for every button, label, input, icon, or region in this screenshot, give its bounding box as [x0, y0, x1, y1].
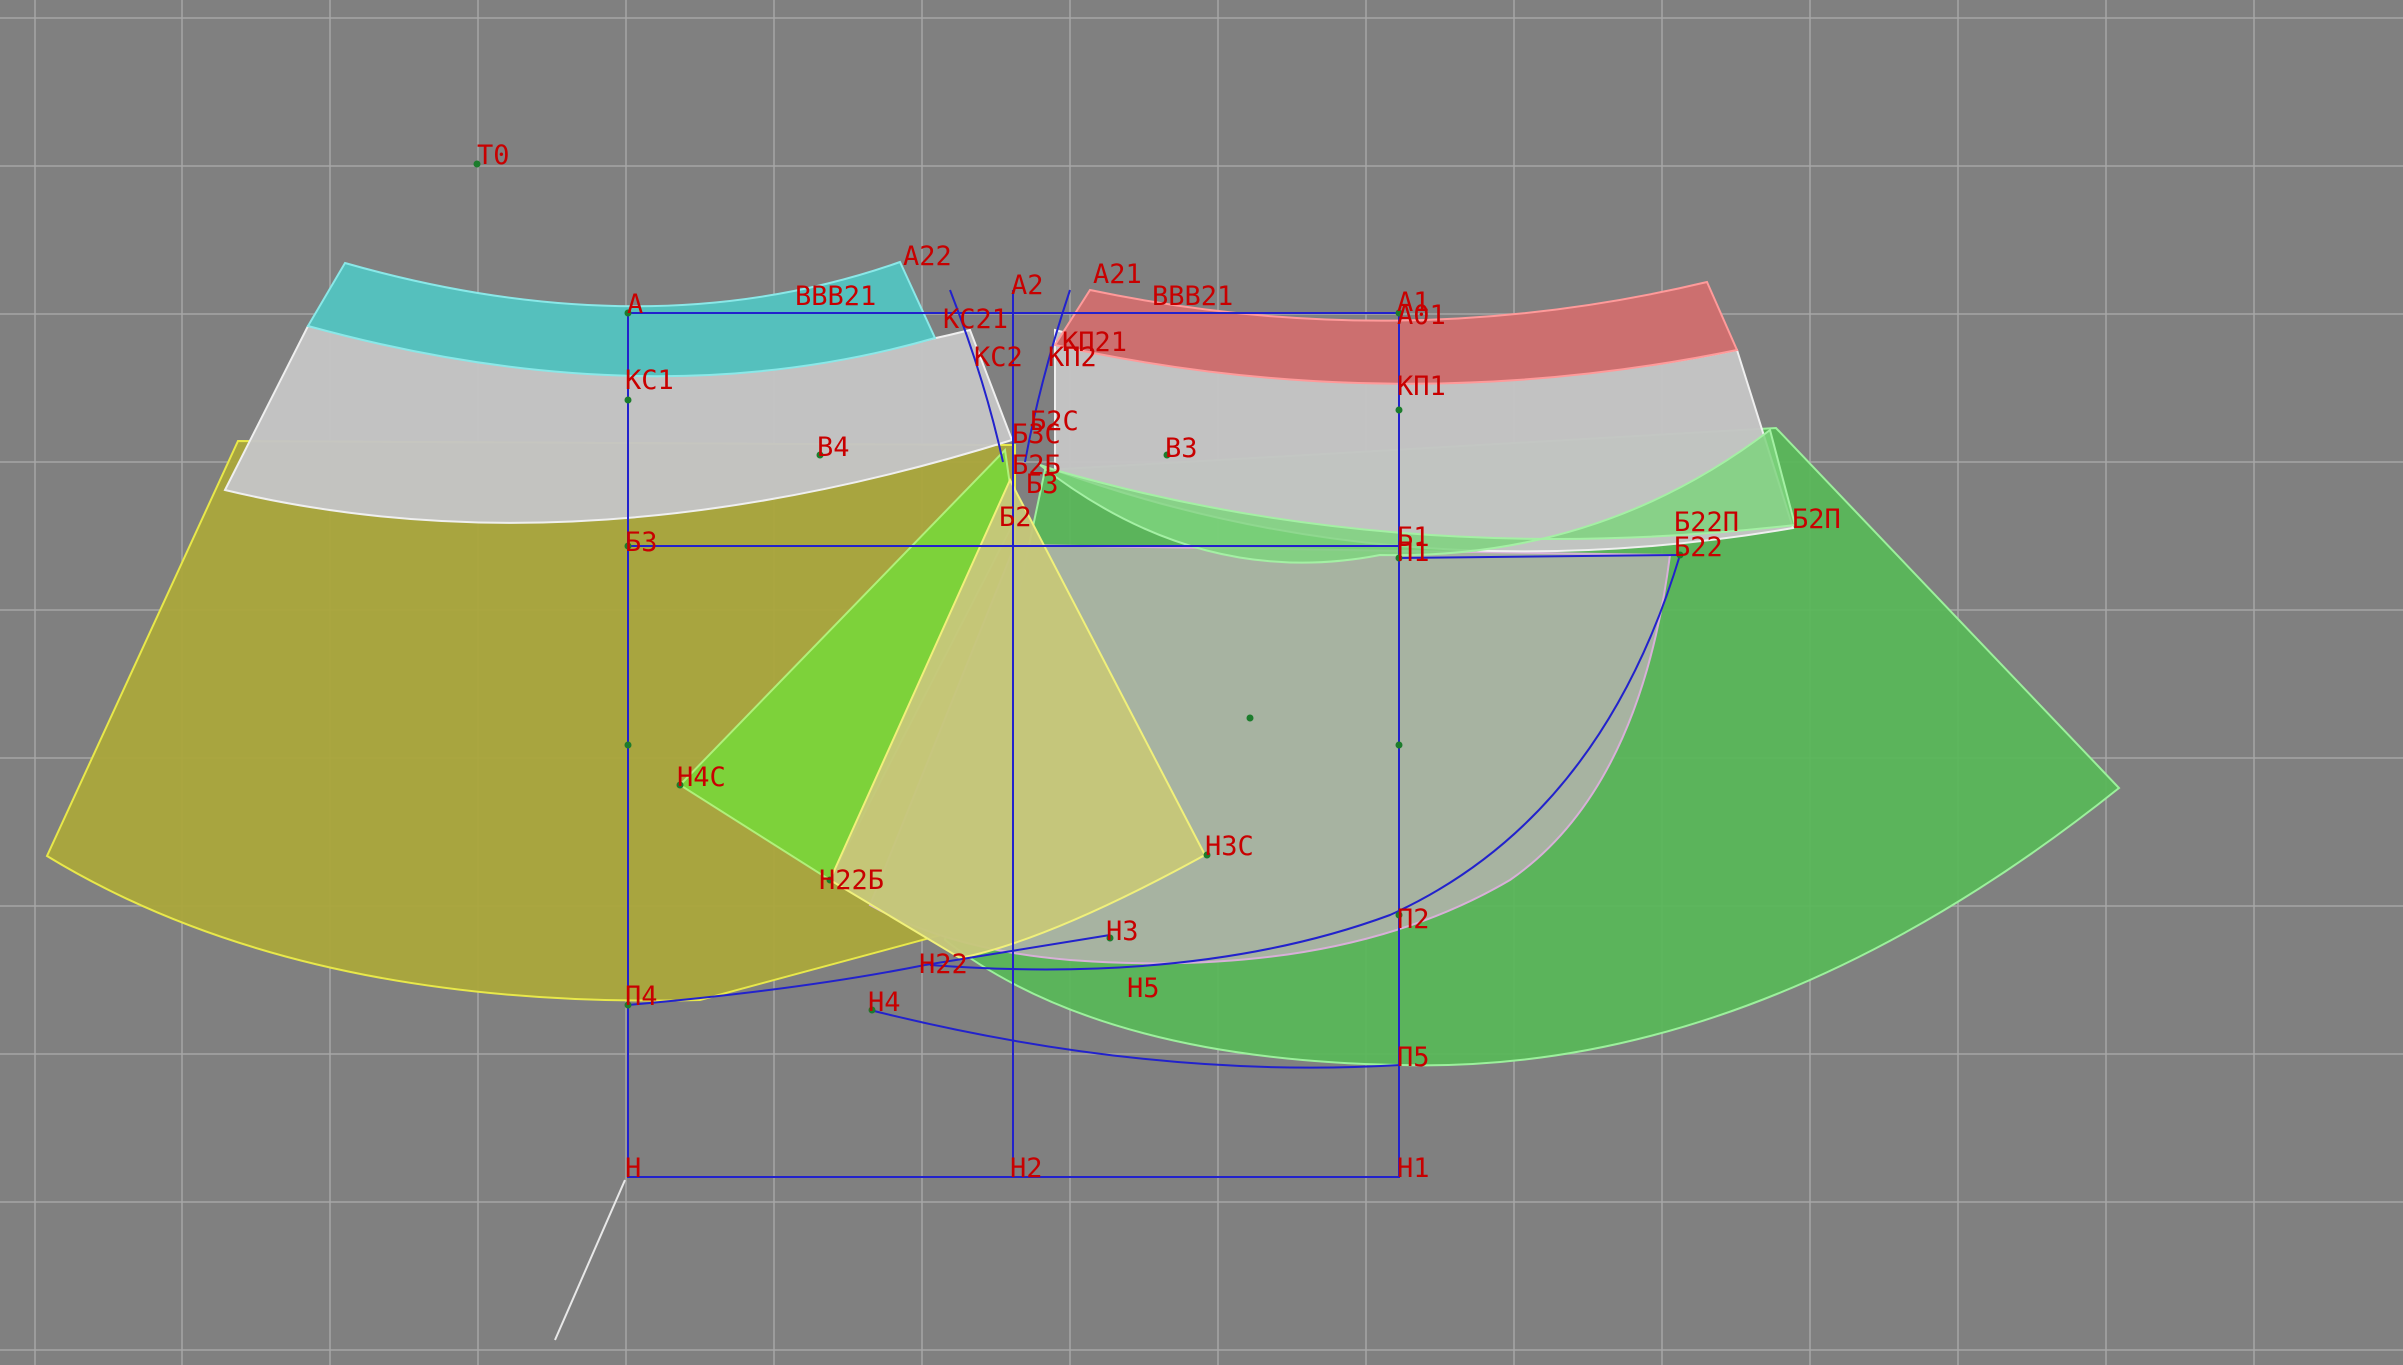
label-n22: Н22 [919, 949, 968, 980]
label-v3: В3 [1165, 433, 1198, 464]
label-n3s: Н3С [1205, 831, 1254, 862]
label-p1: П1 [1397, 537, 1430, 568]
label-vvv21-right: ВВВ21 [1152, 281, 1233, 312]
label-n5: Н5 [1127, 973, 1160, 1004]
point-mid-right [1395, 741, 1403, 749]
label-n4s: Н4С [677, 762, 726, 793]
label-n3: Н3 [1106, 916, 1139, 947]
label-p2: П2 [1397, 904, 1430, 935]
point-ks1 [624, 396, 632, 404]
label-a2: А2 [1011, 270, 1044, 301]
label-b3-center: Б3 [1026, 469, 1059, 500]
label-ks1: КС1 [625, 365, 674, 396]
cursor-drag-line [554, 1179, 626, 1341]
label-n22b: Н22Б [819, 865, 884, 896]
label-a01: А01 [1397, 300, 1446, 331]
label-t0: Т0 [477, 140, 510, 171]
label-b2p: Б2П [1792, 504, 1841, 535]
label-n2: Н2 [1010, 1153, 1043, 1184]
label-a: А [627, 289, 643, 320]
label-kp2: КП2 [1048, 342, 1097, 373]
pattern-drawing-canvas[interactable]: Т0 А22 А2 А21 А ВВВ21 ВВВ21 А1 А01 КС21 … [0, 0, 2403, 1365]
label-n4: Н4 [868, 987, 901, 1018]
label-kp1: КП1 [1397, 371, 1446, 402]
label-ks21: КС21 [943, 304, 1008, 335]
label-a22: А22 [903, 241, 952, 272]
label-vvv21: ВВВ21 [795, 281, 876, 312]
label-b22: Б22 [1674, 532, 1723, 563]
label-n1: Н1 [1397, 1153, 1430, 1184]
point-mid-left [624, 741, 632, 749]
pattern-pieces [45, 260, 2121, 1067]
label-ks2: КС2 [974, 342, 1023, 373]
label-b3: Б3 [625, 527, 658, 558]
label-b3s: Б3С [1012, 419, 1061, 450]
label-a21: А21 [1093, 259, 1142, 290]
label-p5: П5 [1397, 1042, 1430, 1073]
point-kp1 [1395, 406, 1403, 414]
label-p4: П4 [625, 981, 658, 1012]
label-v4: В4 [817, 432, 850, 463]
point-center [1246, 714, 1254, 722]
label-n: Н [625, 1153, 641, 1184]
label-b2: Б2 [999, 502, 1032, 533]
